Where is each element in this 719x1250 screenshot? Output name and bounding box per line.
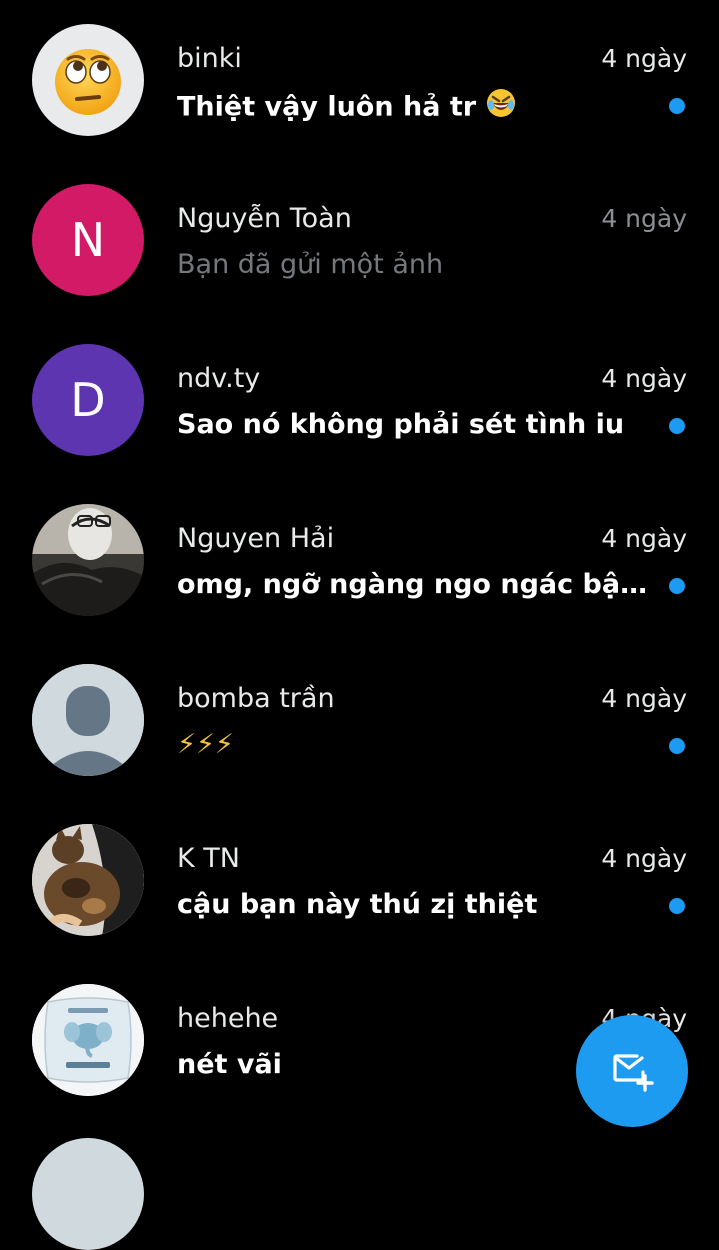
avatar[interactable]	[32, 1138, 144, 1250]
conversation-name: binki	[177, 43, 242, 74]
message-preview: Sao nó không phải sét tình iu	[177, 409, 625, 440]
unread-indicator	[669, 738, 685, 754]
cat-photo-icon[interactable]	[32, 824, 144, 936]
message-preview-text: Thiệt vậy luôn hả tr	[177, 91, 477, 123]
conversation-name: hehehe	[177, 1003, 279, 1034]
conversation-row-nguyen-toan[interactable]: N Nguyễn Toàn 4 ngày Bạn đã gửi một ảnh	[0, 184, 719, 344]
message-preview: omg, ngỡ ngàng ngo ngác bật ng...	[177, 569, 652, 600]
conversation-time: 4 ngày	[601, 44, 687, 73]
conversation-name: Nguyễn Toàn	[177, 203, 352, 234]
conversation-row-k-tn[interactable]: K TN 4 ngày cậu bạn này thú zị thiệt	[0, 824, 719, 984]
conversation-name: K TN	[177, 843, 240, 874]
new-message-button[interactable]	[576, 1015, 688, 1127]
message-preview: cậu bạn này thú zị thiệt	[177, 889, 538, 920]
message-preview: Thiệt vậy luôn hả tr	[177, 87, 652, 129]
conversation-row-ndv-ty[interactable]: D ndv.ty 4 ngày Sao nó không phải sét tì…	[0, 344, 719, 504]
message-preview: Bạn đã gửi một ảnh	[177, 249, 444, 280]
new-message-icon	[609, 1046, 655, 1096]
unread-indicator	[669, 898, 685, 914]
conversation-name: Nguyen Hải	[177, 523, 335, 554]
default-avatar-icon[interactable]	[32, 664, 144, 776]
conversation-list: binki 4 ngày Thiệt vậy luôn hả tr N Nguy…	[0, 0, 719, 1250]
avatar-letter: N	[70, 213, 106, 267]
conversation-name: bomba trần	[177, 683, 335, 714]
message-preview: ⚡⚡⚡	[177, 729, 234, 760]
conversation-time: 4 ngày	[601, 684, 687, 713]
pillow-photo-icon[interactable]	[32, 984, 144, 1096]
face-with-rolling-eyes-icon[interactable]	[32, 24, 144, 136]
avatar[interactable]: D	[32, 344, 144, 456]
conversation-row-binki[interactable]: binki 4 ngày Thiệt vậy luôn hả tr	[0, 24, 719, 184]
avatar[interactable]: N	[32, 184, 144, 296]
conversation-row-bomba-tran[interactable]: bomba trần 4 ngày ⚡⚡⚡	[0, 664, 719, 824]
conversation-time: 4 ngày	[601, 204, 687, 233]
conversation-row-nguyen-hai[interactable]: Nguyen Hải 4 ngày omg, ngỡ ngàng ngo ngá…	[0, 504, 719, 664]
user-photo-icon[interactable]	[32, 504, 144, 616]
rolling-on-floor-laughing-icon	[485, 87, 517, 129]
avatar-letter: D	[70, 373, 106, 427]
conversation-time: 4 ngày	[601, 844, 687, 873]
unread-indicator	[669, 418, 685, 434]
unread-indicator	[669, 578, 685, 594]
conversation-name: ndv.ty	[177, 363, 261, 394]
unread-indicator	[669, 98, 685, 114]
conversation-time: 4 ngày	[601, 524, 687, 553]
conversation-time: 4 ngày	[601, 364, 687, 393]
